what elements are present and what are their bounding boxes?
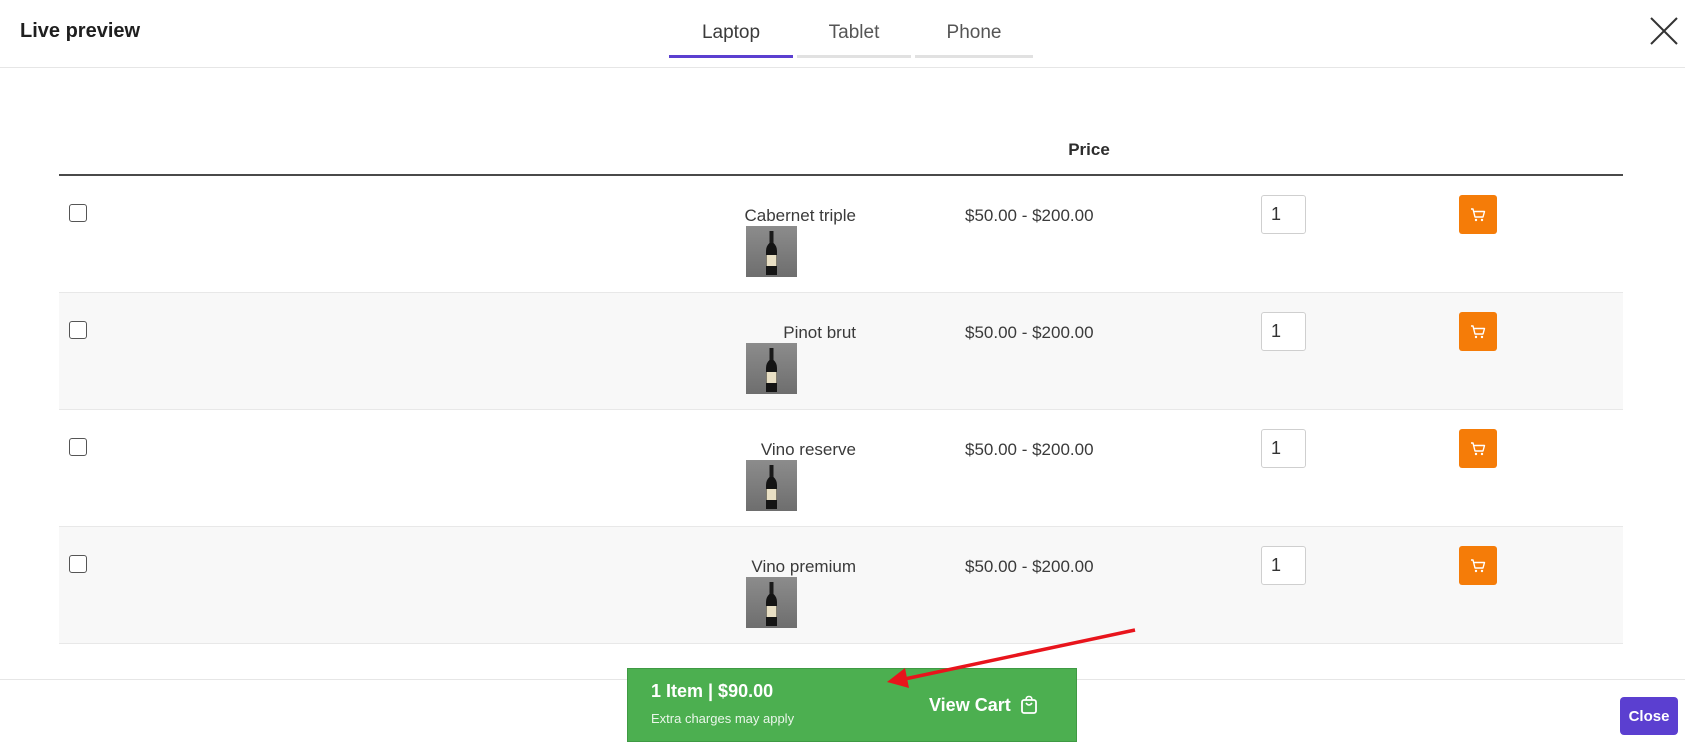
- shopping-cart-icon: [1471, 324, 1486, 338]
- preview-header: Live preview Laptop Tablet Phone: [0, 0, 1685, 68]
- price-column-header: Price: [1068, 140, 1110, 159]
- view-cart-button[interactable]: View Cart: [929, 695, 1011, 716]
- product-name[interactable]: Cabernet triple: [744, 206, 856, 226]
- row-checkbox[interactable]: [69, 438, 87, 456]
- product-name[interactable]: Pinot brut: [783, 323, 856, 343]
- add-to-cart-button[interactable]: [1459, 546, 1497, 585]
- product-table: Price Cabernet triple $50.00 - $200.00 P…: [59, 120, 1623, 644]
- table-row: Vino premium $50.00 - $200.00: [59, 527, 1623, 644]
- wine-bottle-image: [766, 348, 777, 392]
- product-thumbnail[interactable]: [746, 226, 797, 277]
- shopping-cart-icon: [1471, 558, 1486, 572]
- quantity-input[interactable]: [1261, 429, 1306, 468]
- product-name[interactable]: Vino reserve: [761, 440, 856, 460]
- wine-bottle-image: [766, 465, 777, 509]
- add-to-cart-button[interactable]: [1459, 195, 1497, 234]
- price-range: $50.00 - $200.00: [965, 557, 1094, 576]
- tab-laptop[interactable]: Laptop: [669, 0, 793, 58]
- tab-indicator: [797, 55, 911, 58]
- quantity-input[interactable]: [1261, 546, 1306, 585]
- cart-note: Extra charges may apply: [651, 711, 795, 726]
- tab-tablet[interactable]: Tablet: [797, 0, 911, 58]
- tab-label: Tablet: [828, 22, 880, 43]
- product-thumbnail[interactable]: [746, 343, 797, 394]
- tab-indicator: [915, 55, 1033, 58]
- quantity-input[interactable]: [1261, 312, 1306, 351]
- table-row: Pinot brut $50.00 - $200.00: [59, 293, 1623, 410]
- wine-bottle-image: [766, 582, 777, 626]
- tab-label: Phone: [946, 22, 1002, 43]
- wine-bottle-image: [766, 231, 777, 275]
- product-name[interactable]: Vino premium: [751, 557, 856, 577]
- tab-phone[interactable]: Phone: [915, 0, 1033, 58]
- table-header: Price: [59, 120, 1623, 176]
- row-checkbox[interactable]: [69, 555, 87, 573]
- cart-summary: 1 Item | $90.00: [651, 681, 774, 701]
- close-button[interactable]: Close: [1620, 697, 1678, 735]
- price-range: $50.00 - $200.00: [965, 323, 1094, 342]
- add-to-cart-button[interactable]: [1459, 429, 1497, 468]
- add-to-cart-button[interactable]: [1459, 312, 1497, 351]
- tab-label: Laptop: [701, 22, 761, 43]
- page-title: Live preview: [20, 20, 141, 42]
- shopping-bag-icon: [1021, 695, 1037, 714]
- shopping-cart-icon: [1471, 207, 1486, 221]
- shopping-cart-icon: [1471, 441, 1486, 455]
- product-thumbnail[interactable]: [746, 460, 797, 511]
- close-x-icon[interactable]: [1647, 14, 1681, 48]
- row-checkbox[interactable]: [69, 321, 87, 339]
- floating-cart-bar[interactable]: 1 Item | $90.00 Extra charges may apply …: [627, 668, 1077, 742]
- row-checkbox[interactable]: [69, 204, 87, 222]
- product-thumbnail[interactable]: [746, 577, 797, 628]
- price-range: $50.00 - $200.00: [965, 440, 1094, 459]
- table-row: Vino reserve $50.00 - $200.00: [59, 410, 1623, 527]
- tab-indicator: [669, 55, 793, 58]
- price-range: $50.00 - $200.00: [965, 206, 1094, 225]
- table-row: Cabernet triple $50.00 - $200.00: [59, 176, 1623, 293]
- quantity-input[interactable]: [1261, 195, 1306, 234]
